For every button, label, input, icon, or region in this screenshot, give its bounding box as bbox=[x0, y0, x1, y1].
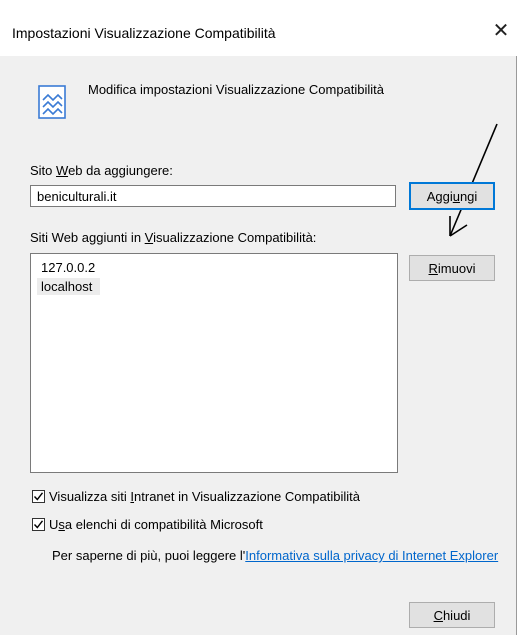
checkmark-icon bbox=[33, 520, 44, 529]
close-icon[interactable]: ✕ bbox=[488, 18, 514, 44]
microsoft-lists-option[interactable]: Usa elenchi di compatibilità Microsoft bbox=[32, 517, 263, 532]
microsoft-lists-checkbox[interactable] bbox=[32, 518, 45, 531]
privacy-link[interactable]: Informativa sulla privacy di Internet Ex… bbox=[245, 548, 498, 563]
intranet-label: Visualizza siti Intranet in Visualizzazi… bbox=[49, 489, 360, 504]
list-item[interactable]: 127.0.0.2 bbox=[37, 259, 99, 276]
dialog-window: Impostazioni Visualizzazione Compatibili… bbox=[0, 0, 517, 635]
checkmark-icon bbox=[33, 492, 44, 501]
sites-list-label: Siti Web aggiunti in Visualizzazione Com… bbox=[30, 230, 317, 245]
remove-button[interactable]: Rimuovi bbox=[409, 255, 495, 281]
info-text: Per saperne di più, puoi leggere l' bbox=[52, 548, 246, 563]
dialog-content: Modifica impostazioni Visualizzazione Co… bbox=[0, 56, 516, 635]
add-site-label: Sito Web da aggiungere: bbox=[30, 163, 173, 178]
intranet-option[interactable]: Visualizza siti Intranet in Visualizzazi… bbox=[32, 489, 360, 504]
title-bar[interactable]: Impostazioni Visualizzazione Compatibili… bbox=[0, 0, 517, 56]
header-text: Modifica impostazioni Visualizzazione Co… bbox=[88, 82, 385, 97]
add-button[interactable]: Aggiungi bbox=[409, 182, 495, 210]
sites-listbox[interactable]: 127.0.0.2 localhost bbox=[30, 253, 398, 473]
intranet-checkbox[interactable] bbox=[32, 490, 45, 503]
close-button[interactable]: Chiudi bbox=[409, 602, 495, 628]
compatibility-view-icon bbox=[38, 85, 66, 119]
microsoft-lists-label: Usa elenchi di compatibilità Microsoft bbox=[49, 517, 263, 532]
privacy-info-text: Per saperne di più, puoi leggere l'Infor… bbox=[52, 548, 512, 564]
window-title: Impostazioni Visualizzazione Compatibili… bbox=[12, 25, 276, 41]
add-site-input[interactable] bbox=[30, 185, 396, 207]
list-item-selected[interactable]: localhost bbox=[37, 278, 101, 295]
